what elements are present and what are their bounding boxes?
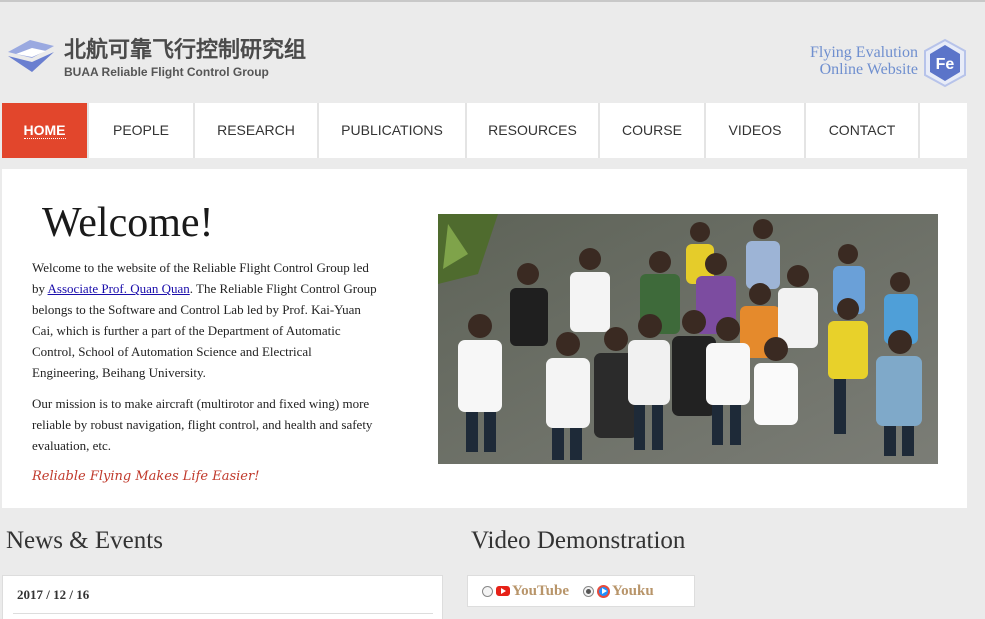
tagline: Reliable Flying Makes Life Easier! (32, 469, 260, 484)
nav-course[interactable]: COURSE (600, 103, 706, 158)
video-source-selector: YouTube Youku (467, 575, 695, 607)
nav-research[interactable]: RESEARCH (195, 103, 319, 158)
nav-contact[interactable]: CONTACT (806, 103, 920, 158)
youtube-icon (496, 586, 510, 596)
news-events-heading: News & Events (6, 527, 163, 554)
site-logo[interactable]: 北航可靠飞行控制研究组 BUAA Reliable Flight Control… (6, 32, 306, 84)
nav-resources[interactable]: RESOURCES (467, 103, 600, 158)
nav-people[interactable]: PEOPLE (89, 103, 195, 158)
video-demo-heading: Video Demonstration (471, 527, 686, 554)
group-photo (438, 214, 938, 464)
news-list: 2017 / 12 / 16 (2, 575, 443, 619)
welcome-paragraph-1: Welcome to the website of the Reliable F… (32, 260, 377, 380)
fe-hexagon-icon[interactable]: Fe (922, 38, 968, 88)
youtube-option[interactable]: YouTube (482, 583, 569, 600)
fe-badge-label: Fe (936, 56, 955, 73)
news-item-date[interactable]: 2017 / 12 / 16 (17, 587, 89, 603)
logo-english-name: BUAA Reliable Flight Control Group (64, 65, 269, 79)
fe-line-1[interactable]: Flying Evalution (800, 44, 918, 61)
welcome-panel: Welcome! Welcome to the website of the R… (2, 169, 967, 508)
welcome-heading: Welcome! (42, 200, 214, 246)
fe-line-2[interactable]: Online Website (800, 61, 918, 78)
wing-logo-icon (8, 40, 54, 72)
youtube-label: YouTube (512, 582, 569, 599)
youku-icon (596, 584, 610, 598)
youku-option[interactable]: Youku (582, 582, 654, 600)
top-border (0, 0, 985, 2)
news-divider (13, 613, 433, 614)
nav-home[interactable]: HOME (2, 103, 89, 158)
logo-chinese-name: 北航可靠飞行控制研究组 (64, 38, 307, 63)
welcome-text: Welcome to the website of the Reliable F… (32, 257, 377, 466)
advisor-link[interactable]: Associate Prof. Quan Quan (48, 281, 190, 296)
main-nav: HOME PEOPLE RESEARCH PUBLICATIONS RESOUR… (2, 103, 967, 158)
welcome-paragraph-2: Our mission is to make aircraft (multiro… (32, 396, 373, 453)
youtube-radio[interactable] (482, 585, 493, 597)
nav-publications[interactable]: PUBLICATIONS (319, 103, 467, 158)
youku-radio[interactable] (582, 585, 594, 597)
nav-videos[interactable]: VIDEOS (706, 103, 806, 158)
flying-evaluation-link[interactable]: Flying Evalution Online Website (800, 44, 918, 78)
youku-label: Youku (611, 582, 654, 599)
